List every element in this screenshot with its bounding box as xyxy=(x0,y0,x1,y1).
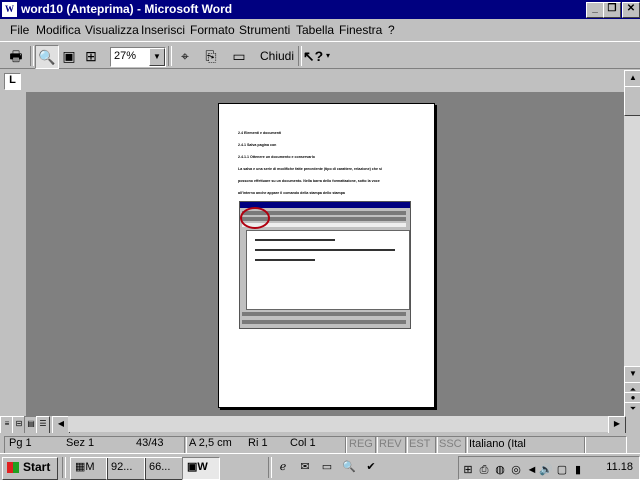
close-window-button[interactable]: ✕ xyxy=(622,2,640,18)
task-label: M xyxy=(85,461,95,473)
status-reg[interactable]: REG xyxy=(345,436,378,454)
screenshot-line xyxy=(255,239,335,241)
desktop-icon[interactable]: ▭ xyxy=(320,460,334,474)
status-at: A 2,5 cm xyxy=(189,437,232,449)
zoom-select[interactable]: 27% ▼ xyxy=(110,47,166,67)
menu-inserisci[interactable]: Inserisci xyxy=(141,23,185,37)
menu-bar: File Modifica Visualizza Inserisci Forma… xyxy=(0,20,640,40)
printer-icon[interactable]: ⎙ xyxy=(477,463,491,477)
taskbar-separator xyxy=(268,457,272,478)
ruler-row: L xyxy=(0,70,624,92)
close-preview-button[interactable]: Chiudi xyxy=(258,46,296,66)
start-button[interactable]: Start xyxy=(2,457,58,480)
status-bar: Pg 1 Sez 1 43/43 A 2,5 cm Ri 1 Col 1 REG… xyxy=(0,433,640,454)
ie-icon[interactable]: ℯ xyxy=(276,460,290,474)
scroll-track[interactable] xyxy=(68,416,623,432)
outlook-icon[interactable]: ✉ xyxy=(298,460,312,474)
doc-body-2: possono effettuare su un documento. Nell… xyxy=(238,179,380,183)
menu-visualizza[interactable]: Visualizza xyxy=(85,23,139,37)
checklist-icon[interactable]: ✔ xyxy=(364,460,378,474)
screenshot-line xyxy=(255,259,315,261)
status-est[interactable]: EST xyxy=(405,436,438,454)
word-icon: ▣ xyxy=(187,461,198,473)
shrink-to-fit-icon[interactable]: ⎘ xyxy=(200,45,222,67)
taskbar-separator xyxy=(62,457,66,478)
taskbar: Start ▦M 92... 66... ▣W ℯ ✉ ▭ 🔍 ✔ ⊞ ⎙ ◍ … xyxy=(0,453,640,480)
status-rev[interactable]: REV xyxy=(375,436,408,454)
status-page: Pg 1 xyxy=(9,437,32,449)
task-92[interactable]: 92... xyxy=(106,457,146,480)
preview-toolbar: 🖶 🔍 ▣ ⊞ 27% ▼ ⌖ ⎘ ▭ Chiudi ↖? ▾ xyxy=(0,41,640,69)
full-screen-icon[interactable]: ▭ xyxy=(228,45,250,67)
battery-icon[interactable]: ▮ xyxy=(571,463,585,477)
menu-formato[interactable]: Formato xyxy=(190,23,235,37)
doc-body-3: all'interno anche appare il comando dell… xyxy=(238,191,345,195)
volume-icon[interactable]: 🔊 xyxy=(539,463,553,477)
screenshot-document xyxy=(246,230,410,310)
menu-strumenti[interactable]: Strumenti xyxy=(239,23,290,37)
scroll-thumb[interactable] xyxy=(624,86,640,116)
screenshot-line xyxy=(255,249,395,251)
search-icon[interactable]: 🔍 xyxy=(342,460,356,474)
status-empty xyxy=(584,436,627,454)
status-section: Sez 1 xyxy=(66,437,95,449)
toolbar-options-icon[interactable]: ▾ xyxy=(322,45,334,67)
status-column: Col 1 xyxy=(290,437,316,449)
status-ssc[interactable]: SSC xyxy=(435,436,468,454)
system-tray: ⊞ ⎙ ◍ ◎ ◄ 🔊 ▢ ▮ 11.18 xyxy=(458,456,640,480)
task-66[interactable]: 66... xyxy=(144,457,184,480)
screenshot-titlebar xyxy=(240,202,410,208)
menu-help[interactable]: ? xyxy=(388,23,395,37)
menu-file[interactable]: File xyxy=(10,23,29,37)
screenshot-statusbar xyxy=(242,312,406,316)
status-line: Ri 1 xyxy=(248,437,268,449)
network-icon[interactable]: ⊞ xyxy=(461,463,475,477)
doc-heading-3: 2.4.1.1 Ottenere un documento e conserva… xyxy=(238,155,315,159)
task-icon: ▦ xyxy=(75,461,86,473)
menu-modifica[interactable]: Modifica xyxy=(36,23,81,37)
word-doc-icon[interactable]: W xyxy=(2,2,17,17)
scroll-right-icon[interactable]: ▶ xyxy=(608,416,626,434)
doc-heading-1: 2.4 Elementi e documenti xyxy=(238,131,282,135)
arrow-icon[interactable]: ◄ xyxy=(525,463,539,477)
menu-tabella[interactable]: Tabella xyxy=(296,23,334,37)
windows-logo-icon xyxy=(7,462,19,473)
zoom-value: 27% xyxy=(114,50,137,62)
multiple-pages-icon[interactable]: ⊞ xyxy=(80,45,102,67)
window-title: word10 (Anteprima) - Microsoft Word xyxy=(21,2,233,16)
globe-icon[interactable]: ◍ xyxy=(493,463,507,477)
monitor-icon[interactable]: ▢ xyxy=(555,463,569,477)
toolbar-separator xyxy=(30,46,34,66)
toolbar-separator xyxy=(168,46,172,66)
cd-icon[interactable]: ◎ xyxy=(509,463,523,477)
chevron-down-icon[interactable]: ▼ xyxy=(149,48,165,66)
status-language[interactable]: Italiano (Ital xyxy=(465,436,586,454)
context-help-icon[interactable]: ↖? xyxy=(302,45,324,67)
screenshot-taskbar xyxy=(242,320,406,324)
tab-stop-selector[interactable]: L xyxy=(4,73,21,90)
outline-view-icon[interactable]: ☰ xyxy=(36,416,50,434)
view-ruler-icon[interactable]: ⌖ xyxy=(174,45,196,67)
task-m[interactable]: ▦M xyxy=(70,457,108,480)
highlight-circle xyxy=(240,207,270,229)
restore-button[interactable]: ❐ xyxy=(603,2,621,18)
doc-body-1: La salva e una serie di modifiche fatte … xyxy=(238,167,382,171)
doc-heading-2: 2.4.1 Salva pagina con xyxy=(238,143,277,147)
vertical-ruler-strip xyxy=(0,92,26,416)
task-word[interactable]: ▣W xyxy=(182,457,220,480)
horizontal-scrollbar[interactable]: ≡ ⊟ ▤ ☰ ◀ ▶ xyxy=(0,416,640,434)
one-page-icon[interactable]: ▣ xyxy=(58,45,80,67)
magnifier-icon[interactable]: 🔍 xyxy=(35,45,59,69)
task-label: W xyxy=(197,461,208,473)
print-icon[interactable]: 🖶 xyxy=(5,45,27,67)
vertical-scrollbar[interactable]: ▲ ▼ ⏶ ● ⏷ xyxy=(624,70,640,418)
status-pages: 43/43 xyxy=(136,437,164,449)
document-page[interactable]: 2.4 Elementi e documenti 2.4.1 Salva pag… xyxy=(218,103,435,408)
embedded-screenshot xyxy=(239,201,411,329)
minimize-button[interactable]: _ xyxy=(586,2,604,18)
title-bar[interactable]: W word10 (Anteprima) - Microsoft Word _ … xyxy=(0,0,640,19)
clock[interactable]: 11.18 xyxy=(606,461,633,473)
menu-finestra[interactable]: Finestra xyxy=(339,23,382,37)
start-label: Start xyxy=(23,460,51,474)
